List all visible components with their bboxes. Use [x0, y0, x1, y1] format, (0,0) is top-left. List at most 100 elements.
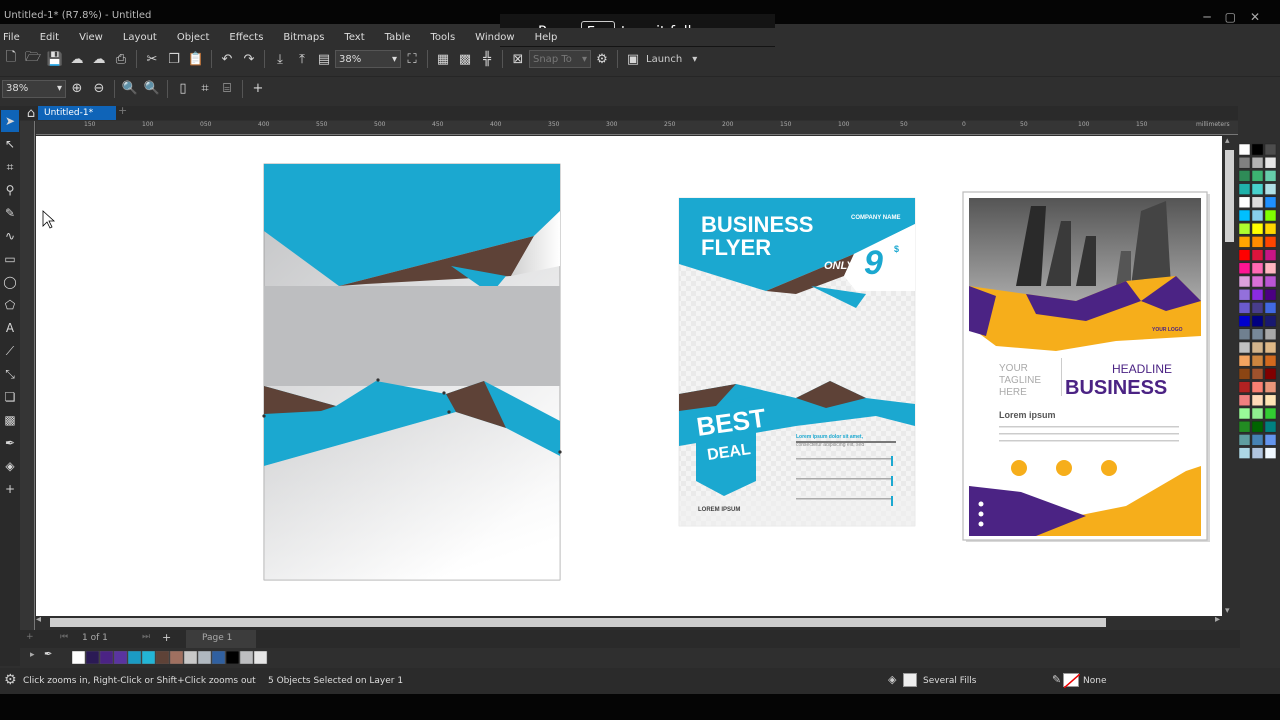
palette-swatch[interactable]: [1264, 275, 1277, 288]
close-icon[interactable]: ✕: [1250, 10, 1274, 24]
menu-bitmaps[interactable]: Bitmaps: [283, 32, 324, 43]
zoom-level-select-secondary[interactable]: 38% ▾: [2, 79, 66, 98]
palette-swatch[interactable]: [1264, 368, 1277, 380]
palette-swatch[interactable]: [1238, 249, 1251, 261]
palette-swatch[interactable]: [1238, 183, 1251, 195]
document-palette-swatch[interactable]: [72, 651, 86, 664]
palette-swatch[interactable]: [1238, 381, 1251, 393]
zoom-all-objects-icon[interactable]: 🔍: [141, 79, 163, 99]
eyedropper-icon[interactable]: ✒: [44, 649, 52, 660]
palette-swatch[interactable]: [1251, 209, 1264, 222]
palette-swatch[interactable]: [1238, 222, 1251, 235]
transparency-tool-icon[interactable]: ▩: [1, 409, 19, 431]
document-palette-swatch[interactable]: [197, 651, 212, 664]
palette-swatch[interactable]: [1251, 183, 1264, 195]
scroll-down-icon[interactable]: ▾: [1225, 606, 1230, 616]
palette-swatch[interactable]: [1238, 407, 1251, 420]
palette-swatch[interactable]: [1238, 209, 1251, 222]
palette-swatch[interactable]: [1251, 381, 1264, 393]
main-flyer-design[interactable]: [262, 163, 562, 581]
scroll-up-icon[interactable]: ▴: [1225, 136, 1230, 146]
palette-swatch[interactable]: [1251, 407, 1264, 420]
palette-swatch[interactable]: [1238, 236, 1251, 248]
palette-swatch[interactable]: [1251, 354, 1264, 367]
palette-swatch[interactable]: [1264, 262, 1277, 275]
palette-swatches[interactable]: [1238, 142, 1280, 662]
palette-swatch[interactable]: [1264, 236, 1277, 248]
menu-text[interactable]: Text: [344, 32, 364, 43]
palette-swatch[interactable]: [1238, 288, 1251, 301]
palette-swatch[interactable]: [1264, 288, 1277, 301]
palette-swatch[interactable]: [1238, 368, 1251, 380]
artistic-media-icon[interactable]: ∿: [1, 225, 19, 247]
document-palette-swatch[interactable]: [155, 651, 170, 664]
document-palette-swatch[interactable]: [99, 651, 114, 664]
color-palette[interactable]: [1238, 142, 1280, 662]
palette-swatch[interactable]: [1264, 328, 1277, 341]
palette-swatch[interactable]: [1264, 222, 1277, 235]
show-grid-icon[interactable]: ▩: [454, 49, 476, 69]
palette-swatch[interactable]: [1251, 236, 1264, 248]
add-icon[interactable]: +: [247, 79, 269, 99]
zoom-selected-icon[interactable]: 🔍: [119, 79, 141, 99]
palette-swatch[interactable]: [1251, 315, 1264, 327]
add-tab-icon[interactable]: +: [118, 104, 127, 117]
document-palette-swatch[interactable]: [239, 651, 254, 664]
document-palette-swatch[interactable]: [225, 651, 240, 664]
maximize-icon[interactable]: ▢: [1225, 10, 1250, 24]
palette-swatch[interactable]: [1251, 302, 1264, 314]
palette-swatch[interactable]: [1251, 275, 1264, 288]
outline-swatch[interactable]: [1063, 673, 1081, 689]
palette-swatch[interactable]: [1238, 196, 1251, 209]
freehand-tool-icon[interactable]: ✎: [1, 202, 19, 224]
minimize-icon[interactable]: ─: [1203, 10, 1224, 24]
vertical-scrollbar[interactable]: ▴ ▾: [1222, 136, 1238, 616]
palette-swatch[interactable]: [1264, 341, 1277, 354]
zoom-page-icon[interactable]: ▯: [172, 79, 194, 99]
palette-swatch[interactable]: [1264, 394, 1277, 407]
paste-icon[interactable]: 📋: [185, 49, 207, 69]
palette-swatch[interactable]: [1251, 196, 1264, 209]
polygon-tool-icon[interactable]: ⬠: [1, 294, 19, 316]
palette-swatch[interactable]: [1238, 315, 1251, 327]
fill-swatch[interactable]: [903, 673, 917, 687]
full-screen-icon[interactable]: ⛶: [401, 49, 423, 69]
palette-swatch[interactable]: [1251, 328, 1264, 341]
zoom-width-icon[interactable]: ⌗: [194, 79, 216, 99]
horizontal-ruler[interactable]: 150 100 050 400 550 500 450 400 350 300 …: [36, 121, 1238, 135]
zoom-out-icon[interactable]: ⊖: [88, 79, 110, 99]
palette-swatch[interactable]: [1251, 222, 1264, 235]
palette-swatch[interactable]: [1251, 156, 1264, 169]
palette-swatch[interactable]: [1251, 262, 1264, 275]
business-flyer-sample[interactable]: BUSINESS FLYER COMPANY NAME ONLY 9 $ BES…: [678, 197, 916, 527]
document-palette-swatch[interactable]: [169, 651, 184, 664]
tab-page-1[interactable]: Page 1: [186, 630, 256, 648]
chevron-down-icon[interactable]: ▾: [692, 54, 697, 65]
dimension-tool-icon[interactable]: ⟋: [1, 340, 19, 362]
palette-swatch[interactable]: [1251, 143, 1264, 156]
add-page-before-icon[interactable]: +: [26, 632, 34, 642]
canvas-artwork[interactable]: BUSINESS FLYER COMPANY NAME ONLY 9 $ BES…: [36, 136, 1222, 616]
palette-swatch[interactable]: [1264, 407, 1277, 420]
menu-help[interactable]: Help: [535, 32, 558, 43]
document-palette-swatch[interactable]: [141, 651, 156, 664]
palette-swatch[interactable]: [1238, 275, 1251, 288]
palette-swatch[interactable]: [1264, 302, 1277, 314]
vertical-scroll-thumb[interactable]: [1225, 150, 1234, 242]
palette-swatch[interactable]: [1238, 434, 1251, 446]
menu-table[interactable]: Table: [385, 32, 411, 43]
menu-view[interactable]: View: [79, 32, 103, 43]
document-palette-swatch[interactable]: [253, 651, 268, 664]
export-pdf-icon[interactable]: ▤: [313, 49, 335, 69]
menu-tools[interactable]: Tools: [431, 32, 456, 43]
palette-swatch[interactable]: [1238, 328, 1251, 341]
show-rulers-icon[interactable]: ▦: [432, 49, 454, 69]
document-palette[interactable]: ▸ ✒: [20, 648, 1240, 666]
palette-swatch[interactable]: [1238, 262, 1251, 275]
zoom-tool-icon[interactable]: ⚲: [1, 179, 19, 201]
palette-swatch[interactable]: [1238, 447, 1251, 459]
palette-swatch[interactable]: [1264, 170, 1277, 182]
undo-icon[interactable]: ↶: [216, 49, 238, 69]
menu-object[interactable]: Object: [177, 32, 210, 43]
menu-effects[interactable]: Effects: [229, 32, 263, 43]
